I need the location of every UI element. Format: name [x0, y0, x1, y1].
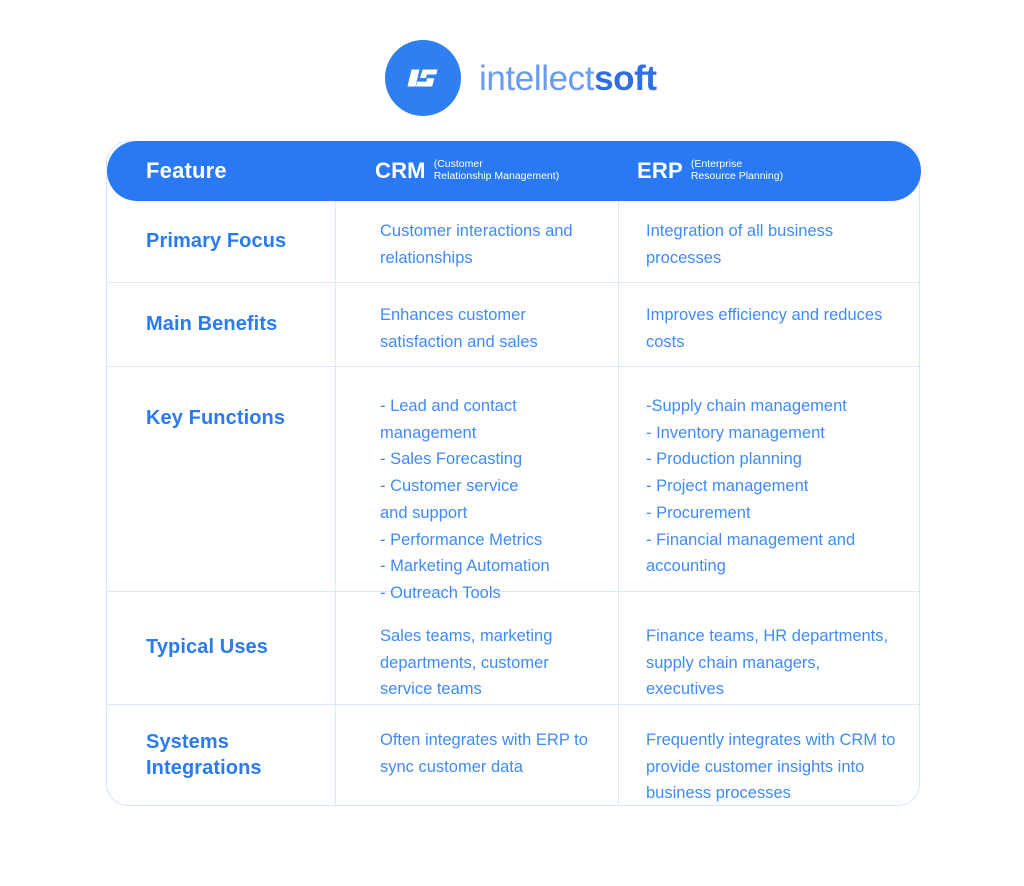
row-label: Typical Uses — [146, 636, 269, 659]
row-label-cell: Main Benefits — [107, 283, 336, 366]
table-row: Primary Focus Customer interactions and … — [107, 201, 919, 283]
table-row: Main Benefits Enhances customer satisfac… — [107, 283, 919, 367]
row-erp-cell: Improves efficiency and reduces costs — [619, 283, 918, 366]
row-label: Main Benefits — [146, 312, 278, 335]
row-crm-text: Enhances customer satisfaction and sales — [380, 306, 538, 351]
table-row: Systems Integrations Often integrates wi… — [107, 705, 919, 806]
row-crm-cell: Sales teams, marketing departments, cust… — [336, 592, 619, 704]
intellectsoft-monogram-icon — [385, 40, 461, 116]
row-erp-text: Integration of all business processes — [646, 222, 834, 267]
row-erp-cell: Integration of all business processes — [619, 201, 918, 282]
row-label: Key Functions — [146, 407, 286, 429]
row-erp-text: Improves efficiency and reduces costs — [646, 306, 883, 351]
list-item: - Inventory management — [646, 423, 825, 442]
list-item: -Supply chain management — [646, 397, 847, 415]
comparison-infographic: intellect soft Feature CRM (Customer Rela… — [0, 0, 1024, 886]
row-crm-cell: Enhances customer satisfaction and sales — [336, 283, 619, 366]
row-erp-cell: -Supply chain management - Inventory mana… — [619, 367, 918, 591]
column-header-erp-subtitle: (Enterprise Resource Planning) — [690, 157, 784, 182]
brand-name-light: intellect — [479, 58, 595, 98]
row-crm-cell: - Lead and contact management - Sales For… — [336, 367, 619, 602]
row-label-cell: Primary Focus — [107, 201, 336, 282]
column-header-crm-title: CRM — [375, 158, 426, 183]
row-crm-cell: Customer interactions and relationships — [336, 201, 619, 282]
table-body: Primary Focus Customer interactions and … — [107, 201, 919, 806]
brand-wordmark: intellect soft — [479, 61, 657, 96]
row-label: Primary Focus — [146, 229, 287, 252]
row-erp-cell: Frequently integrates with CRM to provid… — [619, 705, 918, 806]
row-crm-cell: Often integrates with ERP to sync custom… — [336, 705, 619, 806]
row-erp-text: Frequently integrates with CRM to provid… — [646, 731, 896, 803]
row-label-cell: Key Functions — [107, 367, 336, 591]
table-row: Key Functions - Lead and contact managem… — [107, 367, 919, 602]
list-item: - Lead and contact management — [380, 397, 517, 442]
list-item: - Marketing Automation — [380, 557, 550, 576]
row-label-cell: Systems Integrations — [107, 705, 336, 806]
column-header-crm-subtitle: (Customer Relationship Management) — [433, 157, 560, 182]
list-item: - Customer service and support — [380, 477, 519, 522]
list-item: - Financial management and accounting — [646, 530, 856, 576]
row-crm-text: Sales teams, marketing departments, cust… — [380, 627, 553, 699]
column-header-crm: CRM (Customer Relationship Management) — [336, 141, 607, 201]
column-header-feature: Feature — [107, 141, 336, 201]
row-erp-cell: Finance teams, HR departments, supply ch… — [619, 592, 918, 704]
table-row: Typical Uses Sales teams, marketing depa… — [107, 592, 919, 705]
column-header-erp-title: ERP — [637, 158, 683, 183]
list-item: - Sales Forecasting — [380, 450, 523, 469]
list-item: - Production planning — [646, 450, 802, 469]
erp-functions-list: -Supply chain management - Inventory mana… — [646, 393, 900, 580]
row-crm-text: Customer interactions and relationships — [380, 222, 573, 267]
list-item: - Project management — [646, 477, 809, 496]
comparison-table: Feature CRM (Customer Relationship Manag… — [106, 141, 921, 806]
row-label: Systems Integrations — [146, 730, 262, 779]
crm-functions-list: - Lead and contact management - Sales For… — [380, 393, 600, 607]
brand-name-bold: soft — [594, 58, 657, 98]
row-label-cell: Typical Uses — [107, 592, 336, 704]
column-header-feature-title: Feature — [146, 158, 227, 183]
table-header-row: Feature CRM (Customer Relationship Manag… — [107, 141, 921, 201]
row-crm-text: Often integrates with ERP to sync custom… — [380, 731, 588, 776]
brand-logo: intellect soft — [385, 40, 657, 116]
list-item: - Procurement — [646, 503, 751, 522]
column-header-erp: ERP (Enterprise Resource Planning) — [607, 141, 907, 201]
list-item: - Performance Metrics — [380, 530, 543, 549]
row-erp-text: Finance teams, HR departments, supply ch… — [646, 627, 889, 699]
